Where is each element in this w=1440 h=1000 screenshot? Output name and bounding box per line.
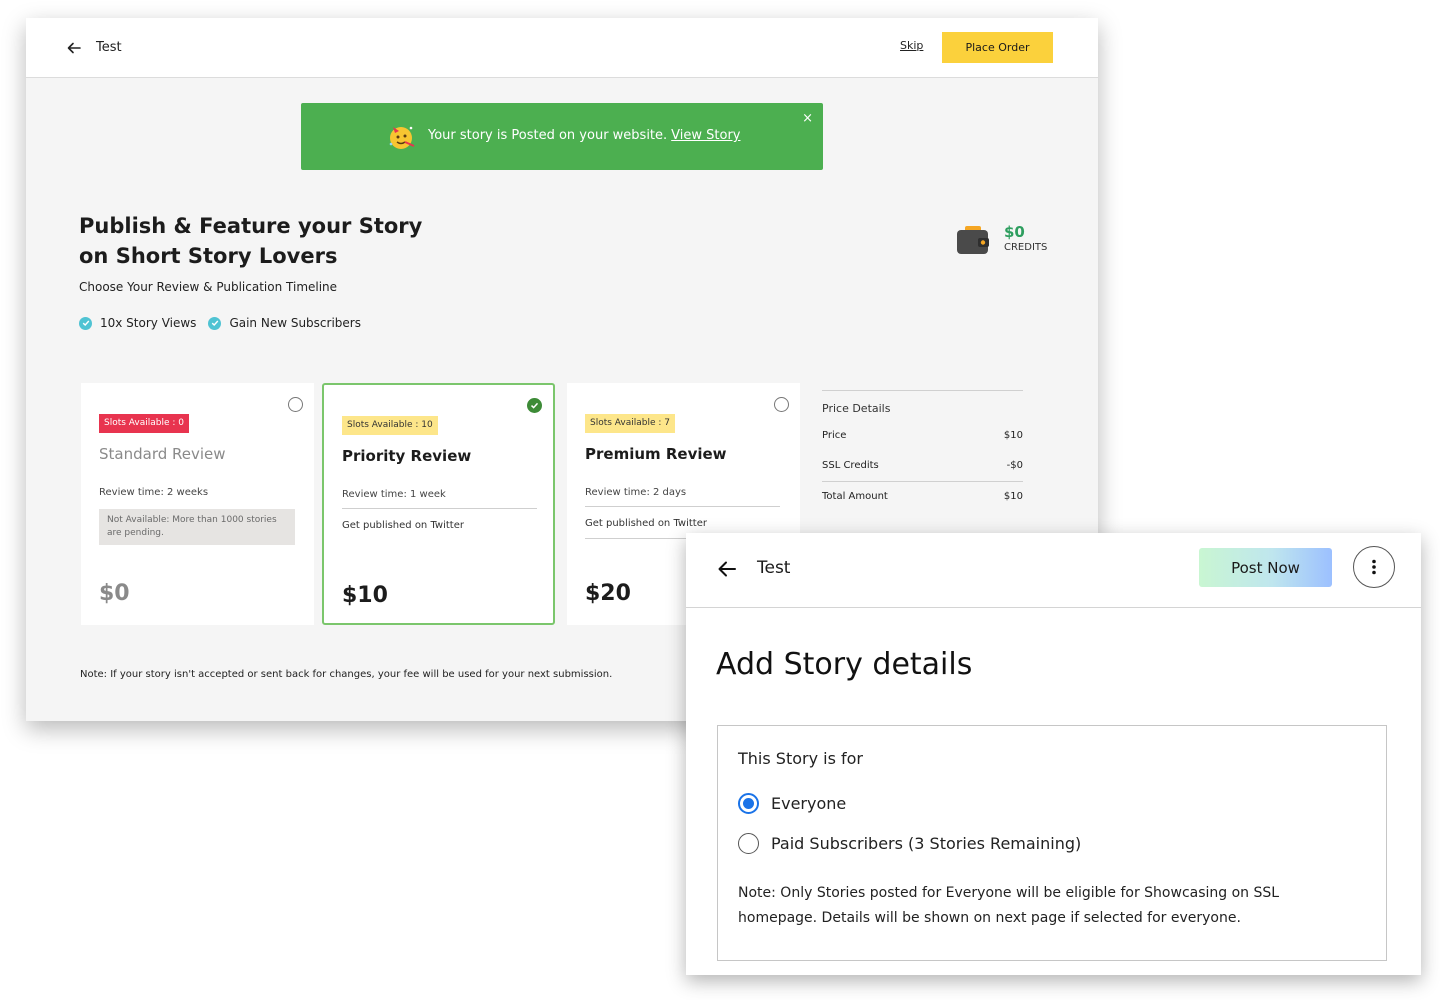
story-header: Test Post Now — [686, 533, 1421, 608]
publish-header: Test Skip Place Order — [26, 18, 1098, 78]
showcase-note: Note: Only Stories posted for Everyone w… — [738, 885, 1280, 926]
slots-badge: Slots Available : 0 — [99, 414, 190, 433]
price-details: Price Details Price $10 SSL Credits -$0 … — [822, 390, 1023, 502]
plan-review-time: Review time: 2 days — [585, 487, 687, 498]
price-divider — [822, 390, 1023, 391]
price-row: Price $10 — [822, 430, 1023, 441]
close-icon[interactable]: × — [802, 112, 813, 125]
post-now-button[interactable]: Post Now — [1199, 548, 1332, 587]
plan-review-time: Review time: 1 week — [342, 489, 446, 500]
refund-note: Note: If your story isn't accepted or se… — [80, 669, 613, 680]
party-emoji-icon — [389, 126, 415, 149]
audience-label: This Story is for — [738, 749, 863, 768]
back-arrow-icon[interactable] — [66, 40, 82, 56]
audience-option-everyone[interactable]: Everyone — [738, 793, 846, 814]
plan-price: $0 — [99, 581, 130, 606]
benefit-label: 10x Story Views — [100, 316, 197, 330]
story-details-window: Test Post Now Add Story details This Sto… — [686, 533, 1421, 975]
story-details-heading: Add Story details — [716, 647, 973, 682]
check-circle-icon — [208, 316, 222, 330]
plan-publish-note: Get published on Twitter — [585, 518, 707, 529]
audience-option-paid-subscribers[interactable]: Paid Subscribers (3 Stories Remaining) — [738, 833, 1081, 854]
price-divider — [822, 481, 1023, 482]
benefit-item: Gain New Subscribers — [208, 316, 361, 330]
price-row-value: $10 — [1003, 430, 1023, 441]
price-row-label: SSL Credits — [822, 460, 879, 471]
price-row-value: $10 — [1003, 491, 1023, 502]
wallet-icon — [957, 226, 989, 254]
publish-header-title: Test — [96, 40, 122, 55]
story-header-title: Test — [757, 558, 791, 578]
slots-badge: Slots Available : 10 — [342, 416, 438, 435]
toast-message: Your story is Posted on your website. Vie… — [428, 128, 741, 143]
plan-card-standard[interactable]: Slots Available : 0 Standard Review Revi… — [81, 383, 314, 625]
more-vertical-icon — [1372, 559, 1376, 575]
price-total-row: Total Amount $10 — [822, 491, 1023, 502]
price-row-label: Total Amount — [822, 491, 888, 502]
radio-icon[interactable] — [738, 793, 759, 814]
credits-amount: $0 — [1004, 223, 1025, 241]
success-toast: Your story is Posted on your website. Vie… — [301, 103, 823, 170]
place-order-button[interactable]: Place Order — [942, 32, 1053, 63]
plan-card-priority[interactable]: Slots Available : 10 Priority Review Rev… — [322, 383, 555, 625]
plan-title: Standard Review — [99, 445, 226, 463]
slots-badge: Slots Available : 7 — [585, 414, 676, 433]
price-row-value: -$0 — [1006, 460, 1023, 471]
check-circle-icon[interactable] — [527, 398, 542, 413]
price-row-label: Price — [822, 430, 847, 441]
back-arrow-icon[interactable] — [717, 560, 737, 578]
plan-publish-note: Get published on Twitter — [342, 520, 464, 531]
page-title: Publish & Feature your Story on Short St… — [79, 214, 423, 268]
plan-price: $20 — [585, 581, 631, 606]
radio-dot — [743, 798, 754, 809]
price-details-title: Price Details — [822, 402, 891, 415]
skip-link[interactable]: Skip — [900, 39, 923, 52]
radio-icon[interactable] — [288, 397, 303, 412]
radio-icon[interactable] — [738, 833, 759, 854]
plan-review-time: Review time: 2 weeks — [99, 487, 209, 498]
check-circle-icon — [79, 316, 92, 330]
plan-unavailable-note: Not Available: More than 1000 stories ar… — [99, 509, 295, 545]
audience-option-label: Paid Subscribers (3 Stories Remaining) — [771, 834, 1082, 853]
card-divider — [342, 508, 537, 509]
audience-box: This Story is for Everyone Paid Subscrib… — [717, 725, 1387, 961]
view-story-link[interactable]: View Story — [671, 128, 740, 143]
card-divider — [585, 506, 780, 507]
plan-title: Priority Review — [342, 447, 472, 465]
plan-title: Premium Review — [585, 445, 727, 463]
more-options-button[interactable] — [1353, 546, 1395, 588]
plan-price: $10 — [342, 583, 388, 608]
benefit-item: 10x Story Views — [79, 316, 196, 330]
credits-label: CREDITS — [1004, 242, 1048, 253]
price-row: SSL Credits -$0 — [822, 460, 1023, 471]
benefits-list: 10x Story Views Gain New Subscribers — [79, 316, 373, 330]
audience-option-label: Everyone — [771, 794, 847, 813]
page-subtitle: Choose Your Review & Publication Timelin… — [79, 280, 338, 294]
toast-message-text: Your story is Posted on your website. — [428, 128, 668, 143]
radio-icon[interactable] — [774, 397, 789, 412]
benefit-label: Gain New Subscribers — [229, 316, 361, 330]
